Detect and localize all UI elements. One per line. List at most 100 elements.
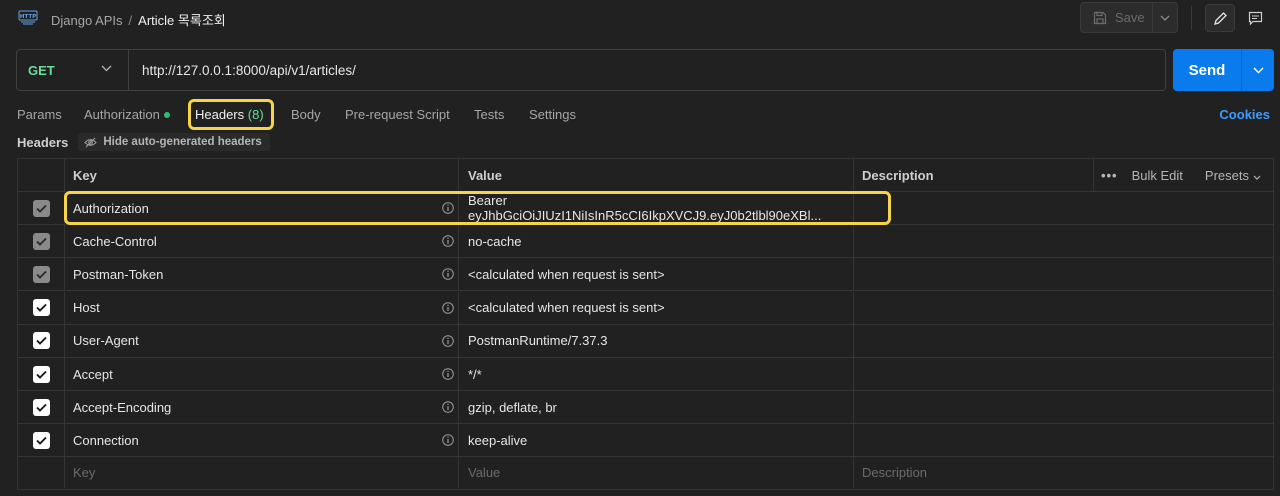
tab-body[interactable]: Body — [291, 107, 321, 122]
header-value: <calculated when request is sent> — [468, 300, 665, 316]
http-icon: HTTP — [18, 9, 38, 26]
comments-button[interactable] — [1240, 4, 1270, 32]
row-checkbox[interactable] — [32, 398, 50, 416]
headers-subheader: Headers Hide auto-generated headers — [17, 133, 270, 151]
header-value-cell[interactable]: PostmanRuntime/7.37.3 — [459, 324, 854, 357]
save-options-button[interactable] — [1153, 3, 1177, 32]
status-dot-icon — [163, 111, 170, 118]
row-checkbox[interactable] — [32, 365, 50, 383]
header-value-cell[interactable]: <calculated when request is sent> — [459, 291, 854, 324]
bulk-edit-button[interactable]: Bulk Edit — [1132, 168, 1183, 183]
chevron-down-icon — [1160, 15, 1170, 21]
header-value: <calculated when request is sent> — [468, 266, 665, 282]
new-key-input[interactable]: Key — [65, 456, 459, 488]
header-value-cell[interactable]: gzip, deflate, br — [459, 391, 854, 424]
header-value-cell[interactable]: <calculated when request is sent> — [459, 258, 854, 291]
row-checkbox[interactable] — [32, 265, 50, 283]
new-value-input[interactable]: Value — [459, 456, 854, 488]
tab-params[interactable]: Params — [17, 107, 62, 122]
header-value: PostmanRuntime/7.37.3 — [468, 333, 608, 349]
save-button-group: Save — [1080, 2, 1178, 33]
cookies-link[interactable]: Cookies — [1219, 107, 1270, 122]
info-icon[interactable] — [442, 334, 454, 347]
row-checkbox-cell — [18, 424, 65, 457]
header-description-cell[interactable] — [854, 391, 1273, 423]
table-row: Cache-Control no-cache — [18, 225, 1273, 259]
chevron-down-icon — [1253, 175, 1261, 180]
checkmark-icon — [35, 337, 47, 346]
header-key-cell[interactable]: Connection — [65, 424, 459, 457]
tab-pre-request-script[interactable]: Pre-request Script — [345, 107, 450, 122]
info-icon[interactable] — [442, 301, 454, 314]
header-key-cell[interactable]: User-Agent — [65, 324, 459, 357]
row-checkbox-cell — [18, 225, 65, 258]
header-key-cell[interactable]: Host — [65, 291, 459, 324]
header-key-cell[interactable]: Cache-Control — [65, 225, 459, 258]
save-button[interactable]: Save — [1081, 3, 1153, 32]
header-key-cell[interactable]: Accept-Encoding — [65, 391, 459, 424]
row-checkbox[interactable] — [32, 232, 50, 250]
row-checkbox[interactable] — [32, 431, 50, 449]
edit-button[interactable] — [1205, 4, 1235, 32]
breadcrumb-separator: / — [128, 13, 133, 28]
header-value-cell[interactable]: no-cache — [459, 225, 854, 258]
row-checkbox-cell — [18, 258, 65, 291]
header-value-cell[interactable]: keep-alive — [459, 424, 854, 457]
comment-icon — [1248, 11, 1262, 25]
presets-dropdown[interactable]: Presets — [1205, 168, 1261, 183]
breadcrumb: Django APIs / Article 목록조회 — [51, 10, 226, 29]
hide-auto-generated-toggle[interactable]: Hide auto-generated headers — [78, 133, 270, 151]
header-description-cell[interactable] — [854, 325, 1273, 357]
table-row: Postman-Token <calculated when request is… — [18, 258, 1273, 292]
row-checkbox[interactable] — [32, 199, 50, 217]
tab-authorization[interactable]: Authorization — [84, 107, 170, 122]
header-description-cell[interactable] — [854, 424, 1273, 456]
checkmark-icon — [35, 436, 47, 445]
info-icon[interactable] — [442, 401, 454, 413]
header-key-cell[interactable]: Accept — [65, 358, 459, 390]
column-header-value: Value — [459, 159, 854, 191]
chevron-down-icon — [1253, 67, 1263, 73]
info-icon[interactable] — [442, 434, 454, 447]
breadcrumb-request[interactable]: Article 목록조회 — [138, 13, 226, 28]
new-description-input[interactable]: Description — [854, 456, 1273, 488]
info-icon[interactable] — [442, 235, 454, 247]
header-description-cell[interactable] — [854, 225, 1273, 257]
tab-settings[interactable]: Settings — [529, 107, 576, 122]
header-description-cell[interactable] — [854, 258, 1273, 290]
row-checkbox-cell — [18, 358, 65, 390]
checkmark-icon — [35, 270, 47, 279]
header-key: Postman-Token — [73, 266, 164, 282]
chevron-down-icon — [101, 65, 112, 72]
header-description-cell[interactable] — [854, 292, 1273, 324]
toolbar-divider — [1191, 6, 1192, 30]
info-icon[interactable] — [442, 268, 454, 281]
header-description-cell[interactable] — [854, 358, 1273, 390]
row-checkbox[interactable] — [32, 332, 50, 350]
checkmark-icon — [35, 204, 47, 213]
url-input[interactable]: http://127.0.0.1:8000/api/v1/articles/ — [129, 63, 356, 78]
info-icon[interactable] — [442, 368, 454, 380]
send-options-button[interactable] — [1241, 49, 1274, 91]
tab-tests[interactable]: Tests — [474, 107, 504, 122]
table-header-row: Key Value Description ••• Bulk Edit Pres… — [18, 159, 1273, 192]
send-button[interactable]: Send — [1173, 49, 1241, 91]
save-label: Save — [1115, 10, 1145, 25]
more-options-icon[interactable]: ••• — [1101, 168, 1118, 183]
send-button-group: Send — [1173, 49, 1274, 91]
header-description-cell[interactable] — [854, 192, 1273, 224]
row-checkbox-cell — [18, 291, 65, 324]
headers-tab-highlight — [188, 99, 274, 130]
svg-text:HTTP: HTTP — [20, 14, 36, 20]
table-row: Host <calculated when request is sent> — [18, 291, 1273, 325]
header-checkbox-cell — [18, 159, 65, 191]
new-header-row: Key Value Description — [18, 456, 1273, 489]
row-checkbox[interactable] — [32, 299, 50, 317]
header-value-cell[interactable]: */* — [459, 358, 854, 390]
breadcrumb-collection[interactable]: Django APIs — [51, 13, 123, 28]
table-row: Connection keep-alive — [18, 424, 1273, 458]
header-key-cell[interactable]: Postman-Token — [65, 258, 459, 291]
table-row: Accept */* — [18, 358, 1273, 391]
new-row-checkbox-cell — [18, 456, 65, 488]
method-select[interactable]: GET — [17, 50, 129, 90]
